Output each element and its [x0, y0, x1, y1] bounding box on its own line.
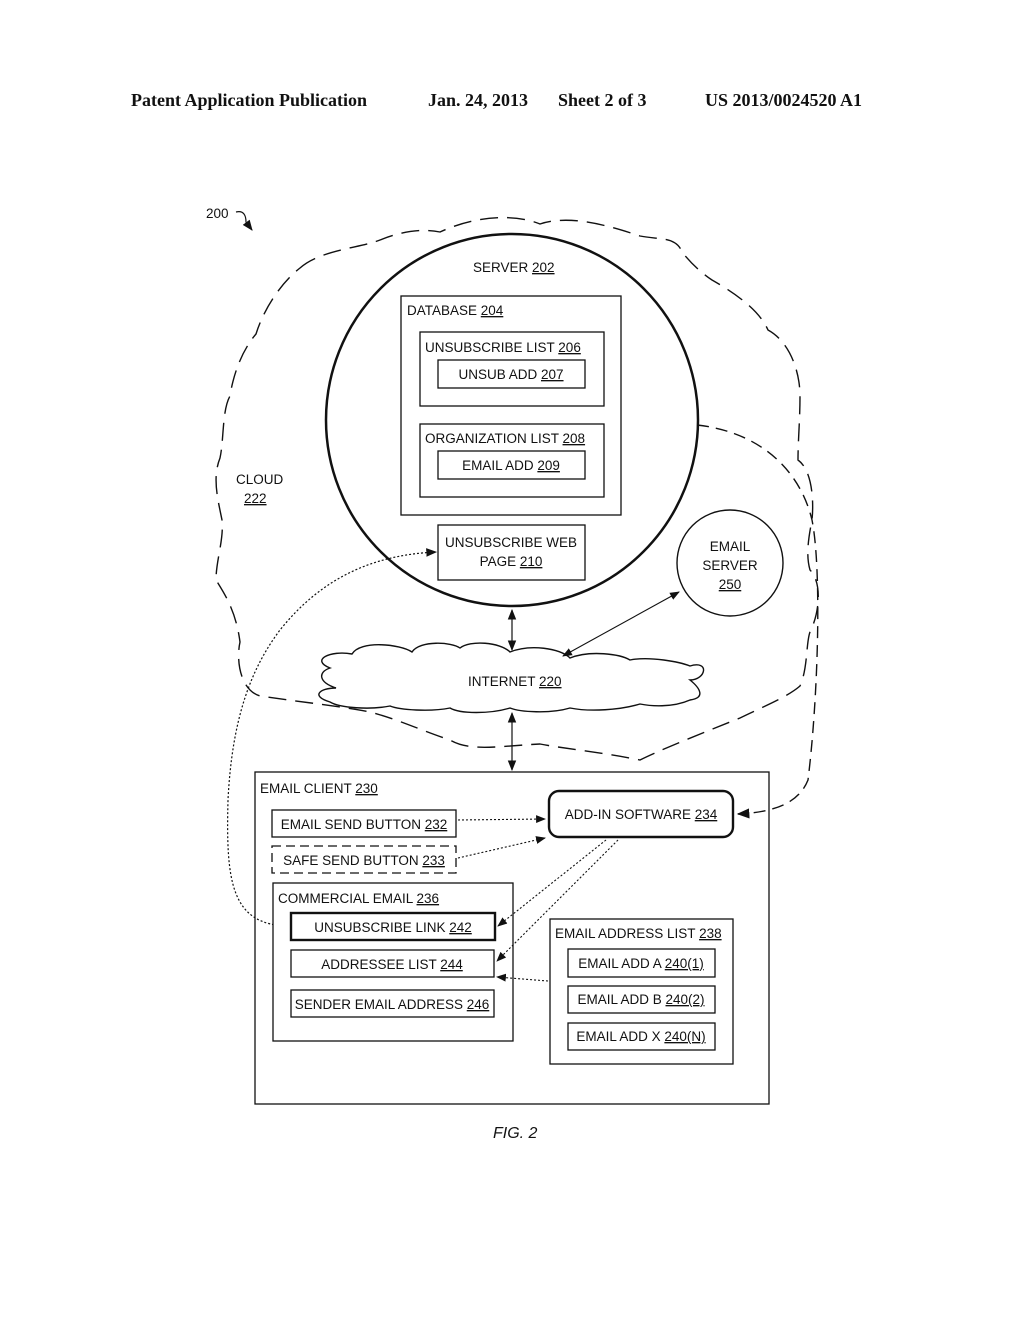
internet-email-server-arrow: [562, 591, 680, 657]
email-address-item-label: EMAIL ADD A 240(1): [578, 956, 704, 971]
unsubscribe-web-page-box: [437, 524, 586, 581]
email-address-item-label: EMAIL ADD B 240(2): [577, 992, 704, 1007]
email-server-label-2: SERVER: [702, 558, 758, 573]
email-server-ref: 250: [719, 577, 742, 592]
email-send-button-label: EMAIL SEND BUTTON 232: [281, 817, 448, 832]
database-label: DATABASE 204: [407, 303, 504, 318]
unsubscribe-web-page-label-2: PAGE 210: [480, 554, 543, 569]
internet-label: INTERNET 220: [468, 674, 562, 689]
add-in-software-label: ADD-IN SOFTWARE 234: [565, 807, 718, 822]
figure-ref-number: 200: [206, 206, 229, 221]
unsubscribe-web-page-label-1: UNSUBSCRIBE WEB: [445, 535, 577, 550]
unsubscribe-link-label: UNSUBSCRIBE LINK 242: [314, 920, 472, 935]
server-label: SERVER 202: [473, 260, 555, 275]
email-add-label: EMAIL ADD 209: [462, 458, 560, 473]
cloud-label: CLOUD: [236, 472, 284, 487]
commercial-email-label: COMMERCIAL EMAIL 236: [278, 891, 439, 906]
cloud-ref: 222: [244, 491, 267, 506]
ref-arrow-icon: [235, 211, 253, 231]
figure-label: FIG. 2: [493, 1125, 538, 1142]
patent-diagram: 200 CLOUD 222 SERVER 202 DATABASE 204 UN…: [206, 206, 819, 1142]
database-addin-connector: [696, 424, 819, 819]
unsubscribe-list-label: UNSUBSCRIBE LIST 206: [425, 340, 581, 355]
sender-email-address-label: SENDER EMAIL ADDRESS 246: [295, 997, 490, 1012]
safe-send-addin-connector: [457, 836, 546, 859]
unsub-add-label: UNSUB ADD 207: [458, 367, 563, 382]
send-button-addin-connector: [457, 815, 546, 824]
addressee-list-label: ADDRESSEE LIST 244: [321, 957, 463, 972]
email-address-list-label: EMAIL ADDRESS LIST 238: [555, 926, 722, 941]
email-server-label-1: EMAIL: [710, 539, 751, 554]
addin-unsubscribe-link-connector: [497, 839, 607, 927]
organization-list-label: ORGANIZATION LIST 208: [425, 431, 585, 446]
safe-send-button-label: SAFE SEND BUTTON 233: [283, 853, 445, 868]
email-address-item-label: EMAIL ADD X 240(N): [576, 1029, 705, 1044]
email-client-label: EMAIL CLIENT 230: [260, 781, 378, 796]
